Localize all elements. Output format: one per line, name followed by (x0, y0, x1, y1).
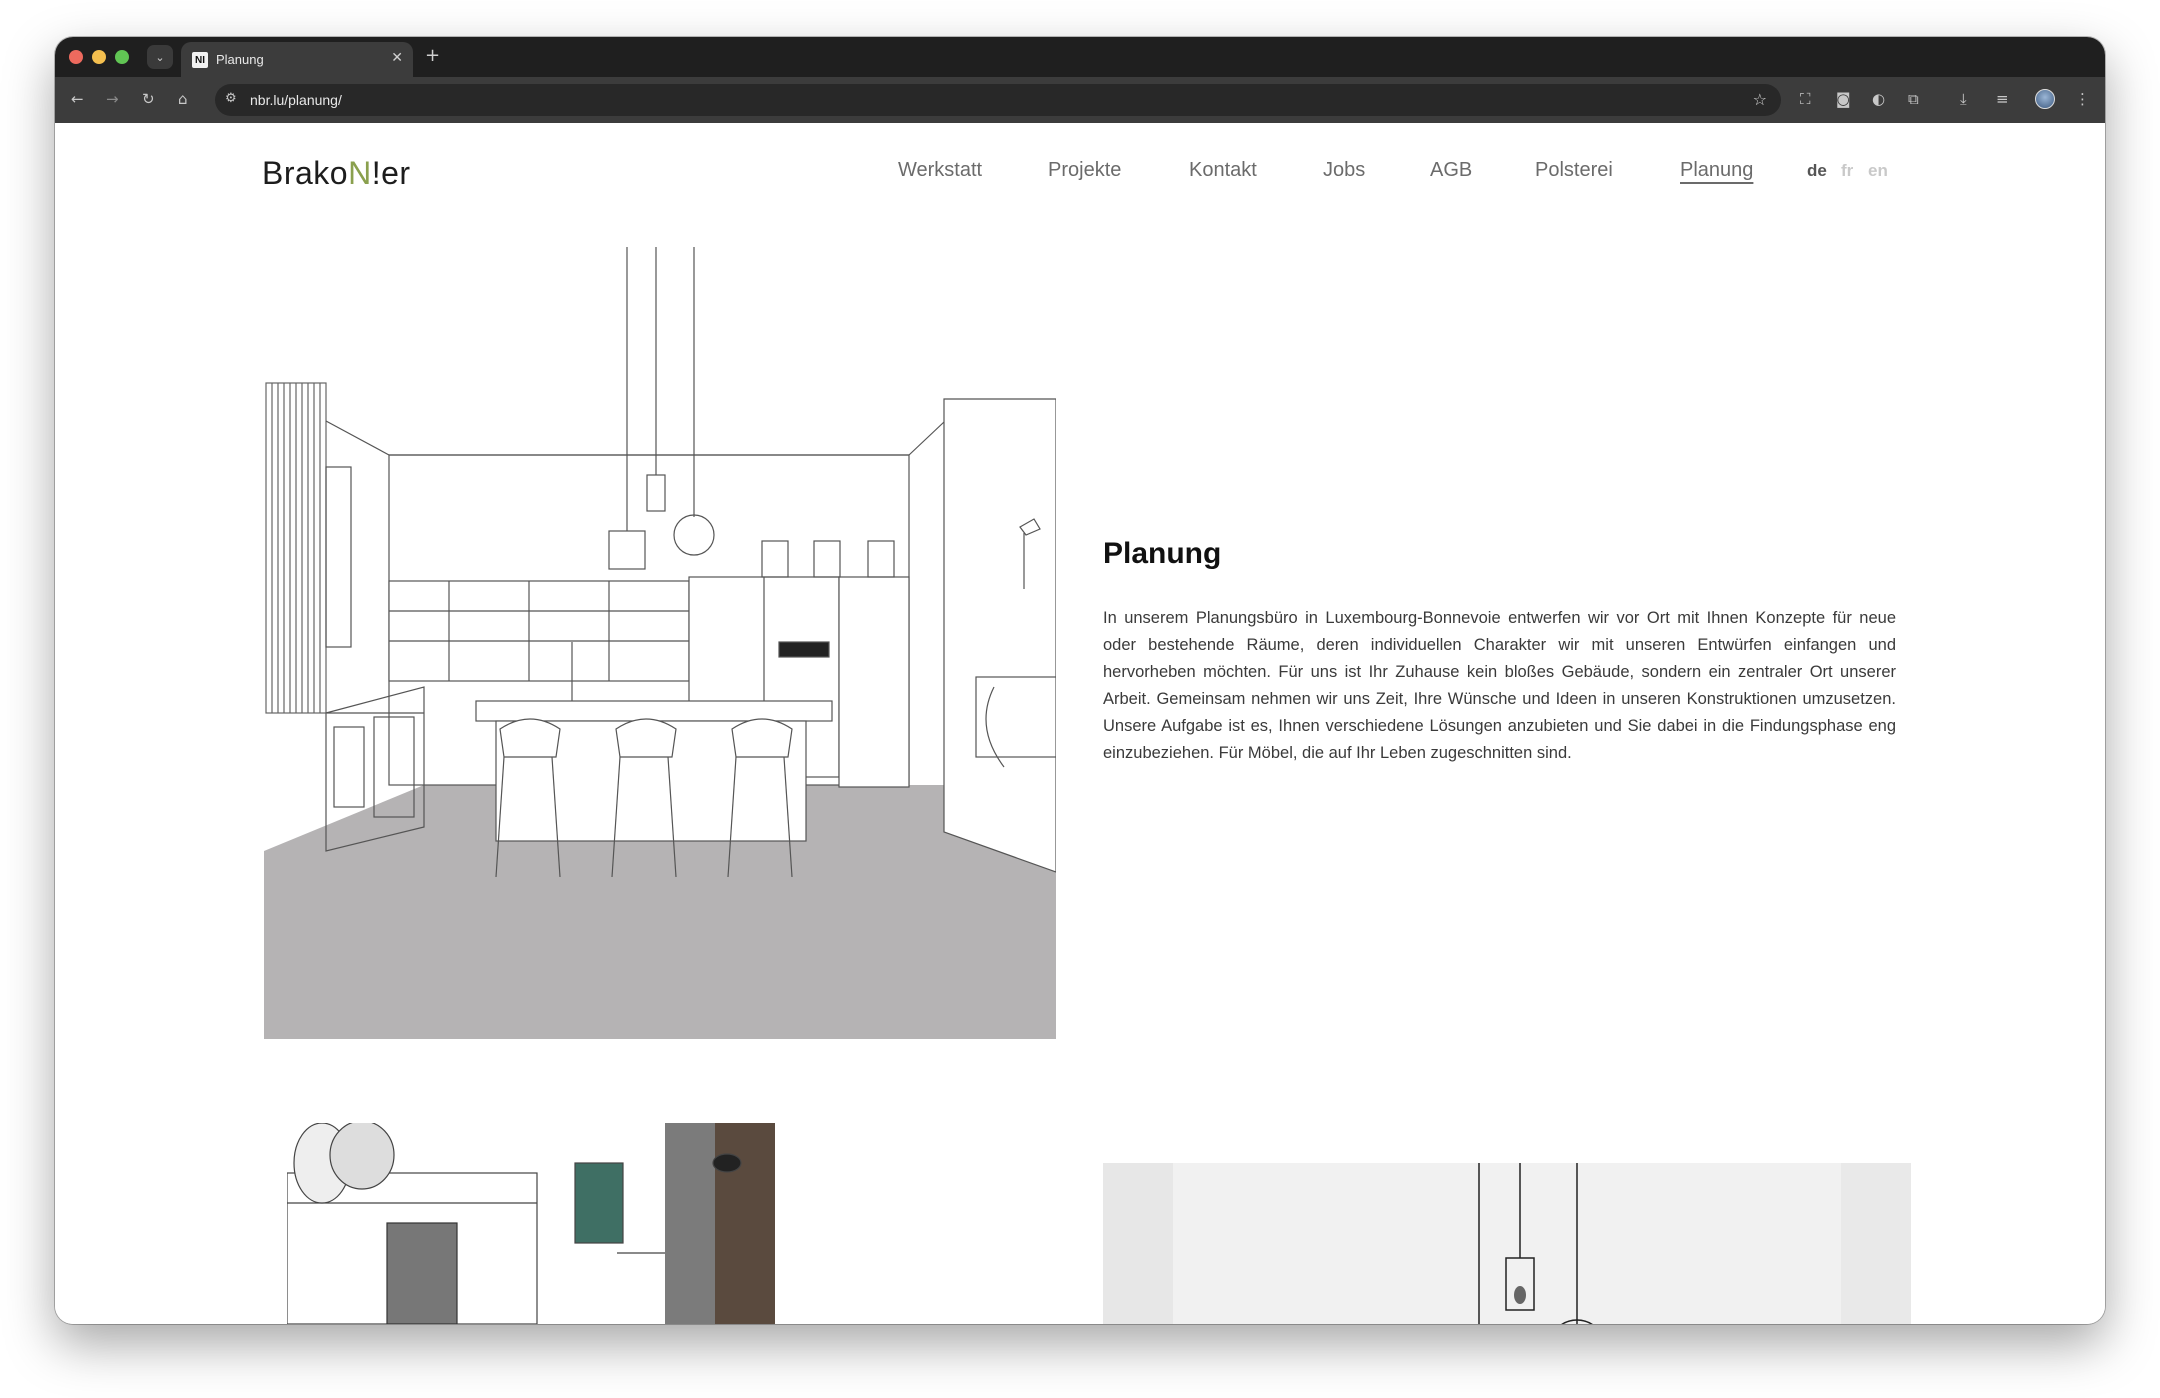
forward-arrow-icon[interactable]: → (106, 90, 119, 108)
screenshot-icon[interactable]: ⛶ (1800, 90, 1811, 108)
browser-toolbar: ← → ↻ ⌂ ⚙ nbr.lu/planung/ ☆ ⛶ ◙ ◐ ⧉ ⤓ ≡ … (55, 77, 2105, 123)
favicon-icon: NI (192, 52, 208, 68)
extensions-puzzle-icon[interactable]: ⧉ (1908, 90, 1919, 108)
contrast-icon[interactable]: ◐ (1872, 90, 1885, 108)
site-logo[interactable]: BrakoN!er (262, 155, 411, 192)
home-icon[interactable]: ⌂ (178, 90, 188, 108)
logo-text-end: !er (371, 155, 411, 191)
nav-agb[interactable]: AGB (1430, 159, 1472, 182)
site-info-icon[interactable]: ⚙ (225, 91, 237, 106)
logo-text-start: Brako (262, 155, 349, 191)
intro-paragraph: In unserem Planungsbüro in Luxembourg-Bo… (1103, 609, 1896, 762)
new-tab-plus-icon[interactable]: + (425, 45, 440, 66)
pendant-lamp-photo (1103, 1163, 1911, 1324)
nav-werkstatt[interactable]: Werkstatt (898, 159, 982, 182)
reading-list-icon[interactable]: ≡ (1996, 90, 2009, 108)
tab-close-icon[interactable]: ✕ (391, 50, 403, 66)
nav-projekte[interactable]: Projekte (1048, 159, 1121, 182)
browser-window: ⌄ NI Planung ✕ + ← → ↻ ⌂ ⚙ nbr.lu/planun… (55, 37, 2105, 1324)
menu-kebab-icon[interactable]: ⋮ (2075, 90, 2090, 108)
web-page: BrakoN!er Werkstatt Projekte Kontakt Job… (55, 123, 2105, 1324)
tab-search-chevron-icon[interactable]: ⌄ (147, 45, 173, 69)
nav-jobs[interactable]: Jobs (1323, 159, 1365, 182)
nav-polsterei[interactable]: Polsterei (1535, 159, 1613, 182)
profile-avatar-icon[interactable] (2035, 89, 2055, 109)
nav-planung[interactable]: Planung (1680, 159, 1753, 182)
tab-strip: ⌄ NI Planung ✕ + (55, 37, 2105, 77)
back-arrow-icon[interactable]: ← (71, 90, 84, 108)
camera-icon[interactable]: ◙ (1836, 90, 1851, 108)
minimize-window-button[interactable] (92, 50, 106, 64)
page-title: Planung (1103, 537, 1222, 570)
address-bar[interactable]: ⚙ nbr.lu/planung/ ☆ (215, 84, 1781, 116)
tab-title: Planung (216, 52, 264, 67)
download-icon[interactable]: ⤓ (1960, 90, 1967, 108)
tab-planung[interactable]: NI Planung ✕ (181, 42, 413, 77)
close-window-button[interactable] (69, 50, 83, 64)
interior-sketch-image (287, 1123, 775, 1324)
lang-en[interactable]: en (1868, 161, 1888, 181)
nav-kontakt[interactable]: Kontakt (1189, 159, 1257, 182)
lang-fr[interactable]: fr (1841, 161, 1853, 181)
reload-icon[interactable]: ↻ (142, 90, 155, 108)
kitchen-sketch-image (264, 247, 1057, 1039)
lang-de[interactable]: de (1807, 161, 1827, 181)
maximize-window-button[interactable] (115, 50, 129, 64)
url-text: nbr.lu/planung/ (250, 92, 342, 108)
bookmark-star-icon[interactable]: ☆ (1753, 90, 1767, 109)
logo-accent-letter: N (348, 155, 372, 191)
